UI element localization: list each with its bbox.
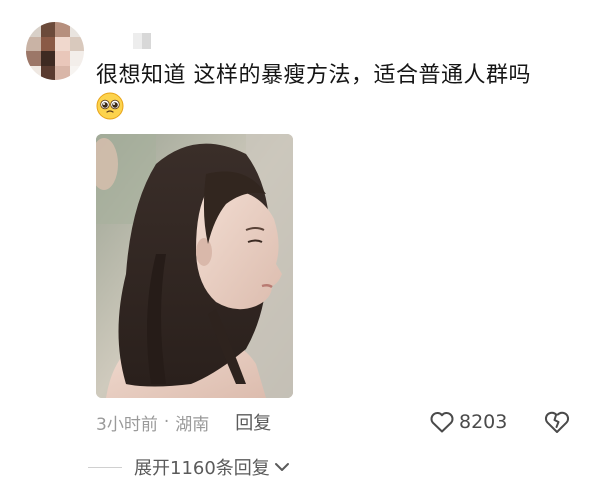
chevron-down-icon [274, 463, 289, 471]
like-count: 8203 [459, 411, 508, 433]
comment-text: 很想知道 这样的暴瘦方法，适合普通人群吗 [96, 63, 531, 88]
expand-replies-label: 展开1160条回复 [134, 458, 270, 479]
broken-heart-icon[interactable] [543, 408, 571, 436]
username[interactable] [133, 33, 151, 49]
like-button[interactable]: 8203 [429, 407, 507, 437]
heart-icon [430, 412, 454, 433]
comment-meta: 3小时前 · 湖南 回复 [96, 408, 271, 436]
meta-separator: · [163, 412, 170, 432]
reply-button[interactable]: 回复 [235, 409, 271, 435]
comment-item: 很想知道 这样的暴瘦方法，适合普通人群吗 3小时前 · 湖南 回复 8203 展… [0, 0, 600, 480]
comment-location: 湖南 [175, 414, 210, 435]
expand-replies[interactable]: 展开1160条回复 [88, 453, 290, 480]
avatar[interactable] [26, 22, 84, 80]
comment-photo[interactable] [96, 134, 293, 398]
pleading-face-emoji [96, 92, 124, 120]
comment-time: 3小时前 [96, 414, 158, 435]
divider-line [88, 466, 122, 468]
